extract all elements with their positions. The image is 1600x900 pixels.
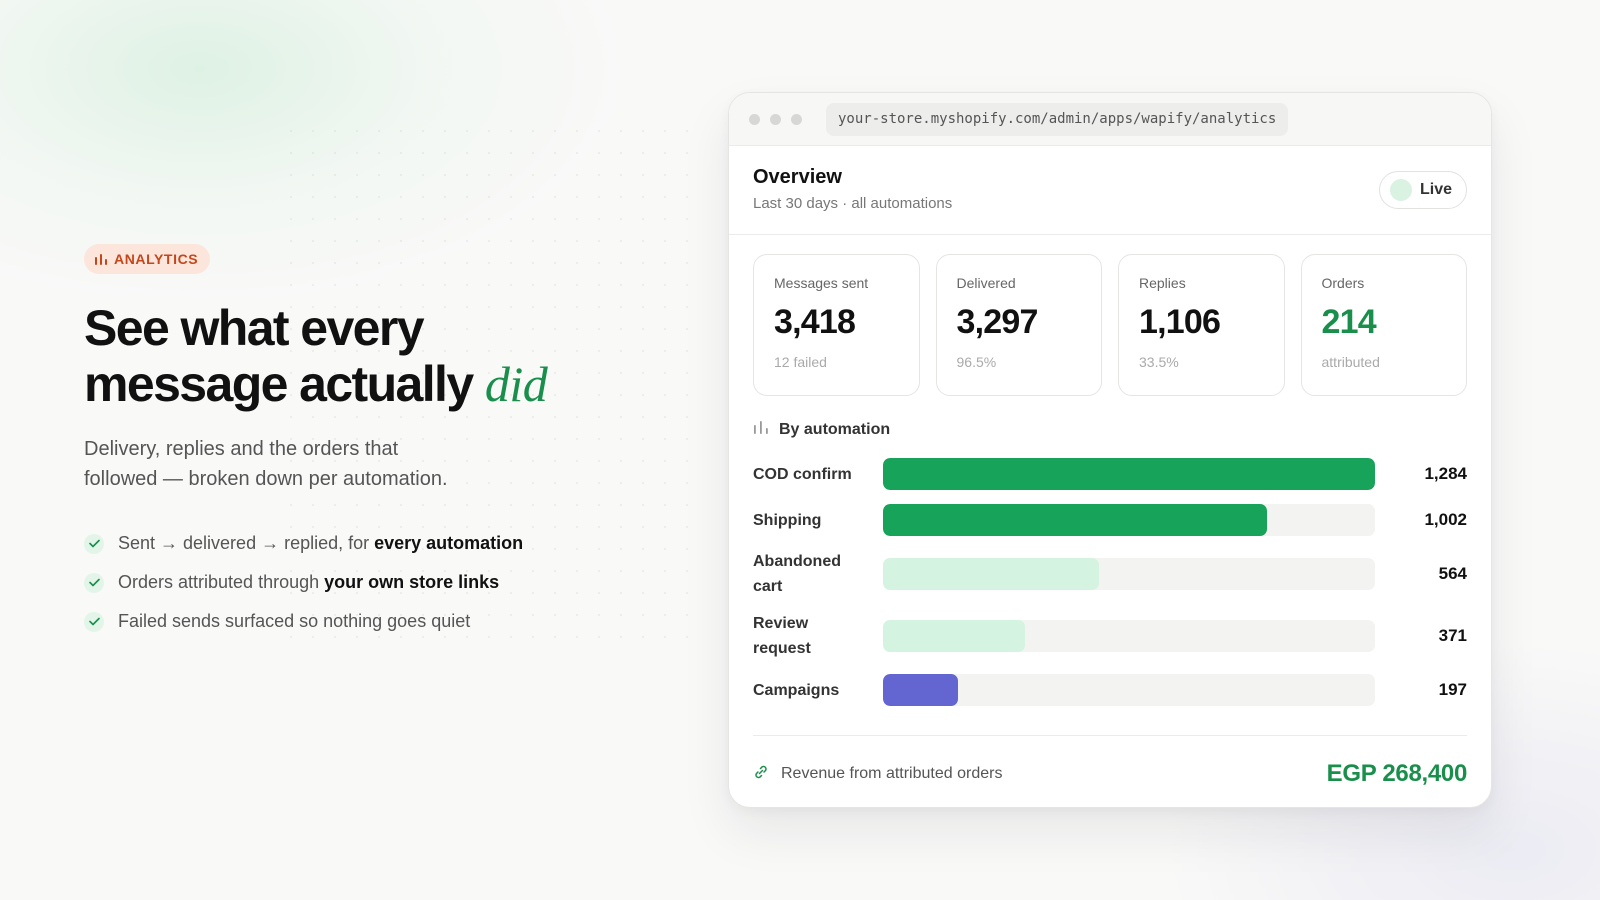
bar-fill bbox=[883, 458, 1375, 490]
bar-fill bbox=[883, 504, 1267, 536]
stat-card-delivered: Delivered 3,297 96.5% bbox=[935, 254, 1102, 396]
stat-value: 214 bbox=[1321, 303, 1377, 341]
title-line-1: See what every bbox=[84, 300, 425, 356]
hero-section: ANALYTICS See what every message actuall… bbox=[84, 244, 644, 641]
stat-card-replies: Replies 1,106 33.5% bbox=[1118, 254, 1285, 396]
overview-subtitle: Last 30 days · all automations bbox=[753, 195, 953, 212]
bar-value: 1,002 bbox=[1424, 510, 1467, 529]
bar-row-campaigns: Campaigns 197 bbox=[753, 667, 1467, 713]
live-indicator-icon bbox=[1389, 179, 1412, 201]
bar-track bbox=[883, 504, 1375, 536]
bar-fill bbox=[883, 620, 1026, 652]
browser-titlebar: your-store.myshopify.com/admin/apps/wapi… bbox=[729, 93, 1491, 146]
feature-item: Failed sends surfaced so nothing goes qu… bbox=[84, 602, 644, 641]
title-line-2: message actually bbox=[84, 356, 474, 412]
automation-bars: COD confirm 1,284 Shipping 1,002 Abandon… bbox=[753, 451, 1467, 713]
bar-track bbox=[883, 458, 1375, 490]
by-automation-heading: By automation bbox=[753, 420, 1467, 439]
stat-note: 96.5% bbox=[956, 354, 997, 370]
bar-track bbox=[883, 674, 1375, 706]
revenue-row: Revenue from attributed orders EGP 268,4… bbox=[753, 754, 1467, 794]
divider bbox=[753, 735, 1467, 736]
bar-track bbox=[883, 558, 1375, 590]
bar-row-cod-confirm: COD confirm 1,284 bbox=[753, 451, 1467, 497]
stat-label: Delivered bbox=[956, 275, 1016, 291]
bar-row-review-request: Review request 371 bbox=[753, 605, 1467, 667]
bar-label: Campaigns bbox=[753, 681, 840, 699]
revenue-label: Revenue from attributed orders bbox=[781, 765, 1003, 782]
bar-row-shipping: Shipping 1,002 bbox=[753, 497, 1467, 543]
bar-value: 1,284 bbox=[1424, 464, 1467, 483]
bar-label: Abandoned cart bbox=[753, 553, 841, 595]
badge-label: ANALYTICS bbox=[114, 251, 199, 267]
link-icon bbox=[753, 764, 769, 785]
stat-note: attributed bbox=[1321, 354, 1380, 370]
stat-note: 12 failed bbox=[774, 354, 827, 370]
hero-description: Delivery, replies and the orders that fo… bbox=[84, 438, 448, 490]
stat-card-messages-sent: Messages sent 3,418 12 failed bbox=[753, 254, 920, 396]
feature-item: Orders attributed through your own store… bbox=[84, 563, 644, 602]
stat-value: 1,106 bbox=[1139, 303, 1221, 341]
bar-fill bbox=[883, 674, 959, 706]
section-title: By automation bbox=[779, 420, 891, 438]
bar-fill bbox=[883, 558, 1100, 590]
bar-chart-icon bbox=[753, 420, 769, 439]
bar-track bbox=[883, 620, 1375, 652]
feature-list: Sent → delivered → replied, for every au… bbox=[84, 524, 644, 641]
bar-value: 197 bbox=[1438, 680, 1467, 699]
stat-label: Replies bbox=[1139, 275, 1186, 291]
window-maximize-dot[interactable] bbox=[791, 113, 802, 125]
stat-card-orders: Orders 214 attributed bbox=[1300, 254, 1467, 396]
feature-text: Sent → delivered → replied, for every au… bbox=[118, 533, 524, 553]
stat-label: Messages sent bbox=[774, 275, 869, 291]
address-bar[interactable]: your-store.myshopify.com/admin/apps/wapi… bbox=[826, 102, 1289, 136]
bar-value: 564 bbox=[1438, 564, 1467, 583]
bar-label: Shipping bbox=[753, 511, 822, 529]
revenue-value: EGP 268,400 bbox=[1326, 760, 1468, 787]
window-controls bbox=[749, 113, 802, 125]
bar-value: 371 bbox=[1438, 626, 1467, 645]
browser-window: your-store.myshopify.com/admin/apps/wapi… bbox=[728, 92, 1492, 808]
overview-header: Overview Last 30 days · all automations … bbox=[729, 146, 1491, 235]
live-label: Live bbox=[1419, 181, 1452, 198]
feature-text: Failed sends surfaced so nothing goes qu… bbox=[118, 611, 471, 631]
analytics-badge: ANALYTICS bbox=[84, 244, 211, 274]
title-accent: did bbox=[484, 356, 548, 412]
check-icon bbox=[84, 572, 104, 593]
bar-chart-icon bbox=[94, 253, 108, 265]
feature-text: Orders attributed through your own store… bbox=[118, 572, 500, 592]
feature-item: Sent → delivered → replied, for every au… bbox=[84, 524, 644, 563]
stat-cards: Messages sent 3,418 12 failed Delivered … bbox=[729, 235, 1491, 396]
check-icon bbox=[84, 533, 104, 554]
stat-value: 3,418 bbox=[774, 303, 856, 341]
overview-title: Overview bbox=[753, 166, 842, 188]
window-minimize-dot[interactable] bbox=[770, 113, 781, 125]
live-button[interactable]: Live bbox=[1378, 171, 1467, 209]
stat-label: Orders bbox=[1321, 275, 1365, 291]
bar-row-abandoned-cart: Abandoned cart 564 bbox=[753, 543, 1467, 605]
check-icon bbox=[84, 611, 104, 632]
page-title: See what every message actually did bbox=[84, 300, 644, 412]
stat-value: 3,297 bbox=[956, 303, 1039, 341]
window-close-dot[interactable] bbox=[749, 113, 760, 125]
bar-label: COD confirm bbox=[753, 465, 852, 483]
stat-note: 33.5% bbox=[1139, 354, 1179, 370]
bar-label: Review request bbox=[753, 615, 811, 657]
